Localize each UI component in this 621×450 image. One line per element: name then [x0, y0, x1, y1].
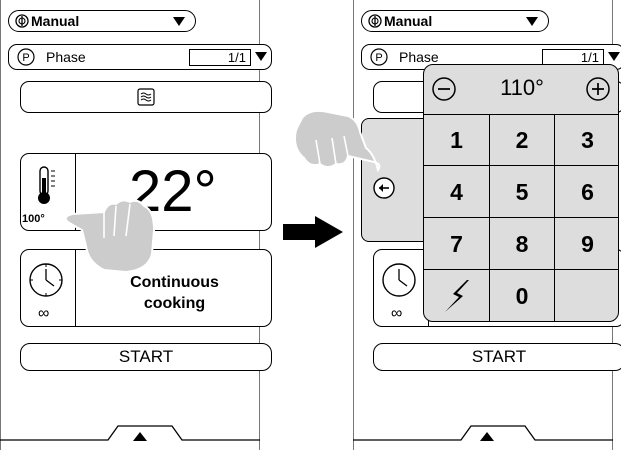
key-5[interactable]: 5 — [490, 166, 555, 218]
key-3[interactable]: 3 — [555, 114, 618, 166]
time-value: ∞ — [391, 305, 403, 322]
time-value: ∞ — [38, 305, 50, 322]
clock-icon — [382, 263, 416, 297]
time-mode-label: Continuous cooking — [130, 274, 219, 312]
chevron-down-icon — [526, 17, 538, 26]
key-6[interactable]: 6 — [555, 166, 618, 218]
arrow-icon — [283, 216, 343, 248]
start-button[interactable]: START — [20, 343, 272, 371]
bottom-tab[interactable] — [0, 420, 260, 450]
chevron-down-icon — [608, 52, 620, 61]
steam-button[interactable] — [20, 81, 272, 113]
key-7[interactable]: 7 — [424, 218, 490, 270]
phase-value: 1/1 — [189, 49, 251, 66]
phase-label: Phase — [399, 49, 439, 65]
key-4[interactable]: 4 — [424, 166, 490, 218]
key-1[interactable]: 1 — [424, 114, 490, 166]
key-empty — [555, 270, 618, 321]
phase-label: Phase — [46, 49, 86, 65]
keypad-header: 110° — [424, 65, 618, 115]
svg-text:P: P — [375, 52, 382, 64]
key-0[interactable]: 0 — [490, 270, 555, 321]
bottom-tab[interactable] — [353, 420, 613, 450]
key-9[interactable]: 9 — [555, 218, 618, 270]
phase-icon: P — [370, 48, 388, 66]
chevron-down-icon — [255, 52, 267, 61]
chevron-up-icon — [480, 432, 494, 441]
temperature-setpoint: 100° — [22, 213, 45, 225]
mode-label: Manual — [384, 13, 433, 29]
mode-label: Manual — [31, 13, 80, 29]
lightning-icon — [444, 280, 469, 312]
chevron-up-icon — [133, 432, 147, 441]
mode-icon — [15, 14, 29, 28]
svg-text:P: P — [22, 52, 29, 64]
hand-icon — [64, 199, 156, 274]
start-button[interactable]: START — [373, 343, 621, 371]
plus-icon[interactable] — [586, 77, 610, 101]
mode-dropdown[interactable]: Manual — [361, 10, 549, 32]
thermometer-icon — [38, 166, 55, 204]
screen-edge — [0, 0, 1, 450]
keypad-value: 110° — [500, 75, 544, 100]
key-2[interactable]: 2 — [490, 114, 555, 166]
back-icon[interactable] — [373, 177, 395, 199]
chevron-down-icon — [173, 17, 185, 26]
phase-icon: P — [17, 48, 35, 66]
hand-icon — [294, 109, 381, 173]
numeric-keypad: 110° 1 2 3 4 5 6 7 8 9 0 — [423, 64, 619, 322]
mode-icon — [368, 14, 382, 28]
minus-icon[interactable] — [432, 77, 456, 101]
clock-icon — [29, 263, 63, 297]
steam-icon — [137, 88, 155, 106]
screen-edge — [353, 0, 354, 450]
key-lightning[interactable] — [424, 270, 490, 321]
mode-dropdown[interactable]: Manual — [8, 10, 196, 32]
key-8[interactable]: 8 — [490, 218, 555, 270]
phase-selector[interactable]: P Phase 1/1 — [8, 44, 272, 70]
